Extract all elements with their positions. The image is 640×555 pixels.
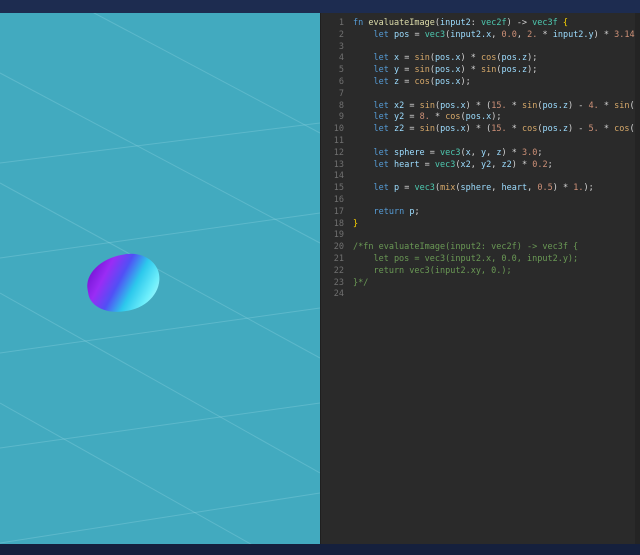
code-line[interactable]: 16 (321, 195, 640, 207)
line-number: 11 (321, 136, 353, 148)
code-line[interactable]: 11 (321, 136, 640, 148)
line-number: 5 (321, 65, 353, 77)
line-number: 4 (321, 53, 353, 65)
code-line[interactable]: 1fn evaluateImage(input2: vec2f) -> vec3… (321, 18, 640, 30)
code-line[interactable]: 20/*fn evaluateImage(input2: vec2f) -> v… (321, 242, 640, 254)
editor-scrollbar[interactable] (635, 13, 640, 544)
code-line[interactable]: 15 let p = vec3(mix(sphere, heart, 0.5) … (321, 183, 640, 195)
top-bar (0, 0, 640, 13)
code-text: let z2 = sin(pos.x) * (15. * cos(pos.z) … (353, 124, 640, 136)
code-line[interactable]: 10 let z2 = sin(pos.x) * (15. * cos(pos.… (321, 124, 640, 136)
line-number: 2 (321, 30, 353, 42)
code-line[interactable]: 18} (321, 219, 640, 231)
line-number: 18 (321, 219, 353, 231)
code-lines: 1fn evaluateImage(input2: vec2f) -> vec3… (321, 18, 640, 301)
code-text: return p; (353, 207, 640, 219)
code-text: let pos = vec3(input2.x, 0.0, input2.y); (353, 254, 640, 266)
line-number: 23 (321, 278, 353, 290)
code-editor[interactable]: 1fn evaluateImage(input2: vec2f) -> vec3… (320, 13, 640, 544)
code-text: } (353, 219, 640, 231)
line-number: 10 (321, 124, 353, 136)
code-text (353, 171, 640, 183)
3d-viewport[interactable] (0, 13, 320, 544)
code-line[interactable]: 3 (321, 42, 640, 54)
code-line[interactable]: 24 (321, 289, 640, 301)
app-window: 1fn evaluateImage(input2: vec2f) -> vec3… (0, 0, 640, 555)
code-text (353, 136, 640, 148)
line-number: 16 (321, 195, 353, 207)
code-text: let x2 = sin(pos.x) * (15. * sin(pos.z) … (353, 101, 640, 113)
code-line[interactable]: 5 let y = sin(pos.x) * sin(pos.z); (321, 65, 640, 77)
line-number: 9 (321, 112, 353, 124)
code-line[interactable]: 17 return p; (321, 207, 640, 219)
code-text (353, 89, 640, 101)
line-number: 20 (321, 242, 353, 254)
code-line[interactable]: 13 let heart = vec3(x2, y2, z2) * 0.2; (321, 160, 640, 172)
code-text: let heart = vec3(x2, y2, z2) * 0.2; (353, 160, 640, 172)
line-number: 7 (321, 89, 353, 101)
code-line[interactable]: 23}*/ (321, 278, 640, 290)
code-line[interactable]: 12 let sphere = vec3(x, y, z) * 3.0; (321, 148, 640, 160)
line-number: 15 (321, 183, 353, 195)
line-number: 12 (321, 148, 353, 160)
code-text: let y = sin(pos.x) * sin(pos.z); (353, 65, 640, 77)
code-line[interactable]: 6 let z = cos(pos.x); (321, 77, 640, 89)
code-text: fn evaluateImage(input2: vec2f) -> vec3f… (353, 18, 640, 30)
code-text: let y2 = 8. * cos(pos.x); (353, 112, 640, 124)
code-line[interactable]: 9 let y2 = 8. * cos(pos.x); (321, 112, 640, 124)
code-text (353, 230, 640, 242)
code-line[interactable]: 14 (321, 171, 640, 183)
code-text (353, 42, 640, 54)
line-number: 24 (321, 289, 353, 301)
line-number: 22 (321, 266, 353, 278)
code-text: return vec3(input2.xy, 0.); (353, 266, 640, 278)
code-text: /*fn evaluateImage(input2: vec2f) -> vec… (353, 242, 640, 254)
code-line[interactable]: 19 (321, 230, 640, 242)
code-line[interactable]: 21 let pos = vec3(input2.x, 0.0, input2.… (321, 254, 640, 266)
line-number: 21 (321, 254, 353, 266)
code-text: let x = sin(pos.x) * cos(pos.z); (353, 53, 640, 65)
code-line[interactable]: 8 let x2 = sin(pos.x) * (15. * sin(pos.z… (321, 101, 640, 113)
code-line[interactable]: 4 let x = sin(pos.x) * cos(pos.z); (321, 53, 640, 65)
code-line[interactable]: 2 let pos = vec3(input2.x, 0.0, 2. * inp… (321, 30, 640, 42)
bottom-bar (0, 544, 640, 555)
code-text: let pos = vec3(input2.x, 0.0, 2. * input… (353, 30, 640, 42)
line-number: 1 (321, 18, 353, 30)
code-line[interactable]: 7 (321, 89, 640, 101)
line-number: 17 (321, 207, 353, 219)
code-text: let p = vec3(mix(sphere, heart, 0.5) * 1… (353, 183, 640, 195)
code-text (353, 195, 640, 207)
line-number: 6 (321, 77, 353, 89)
grid-lines (0, 13, 320, 544)
line-number: 13 (321, 160, 353, 172)
code-text: }*/ (353, 278, 640, 290)
code-line[interactable]: 22 return vec3(input2.xy, 0.); (321, 266, 640, 278)
code-text: let sphere = vec3(x, y, z) * 3.0; (353, 148, 640, 160)
line-number: 3 (321, 42, 353, 54)
code-text: let z = cos(pos.x); (353, 77, 640, 89)
line-number: 14 (321, 171, 353, 183)
line-number: 8 (321, 101, 353, 113)
line-number: 19 (321, 230, 353, 242)
code-text (353, 289, 640, 301)
